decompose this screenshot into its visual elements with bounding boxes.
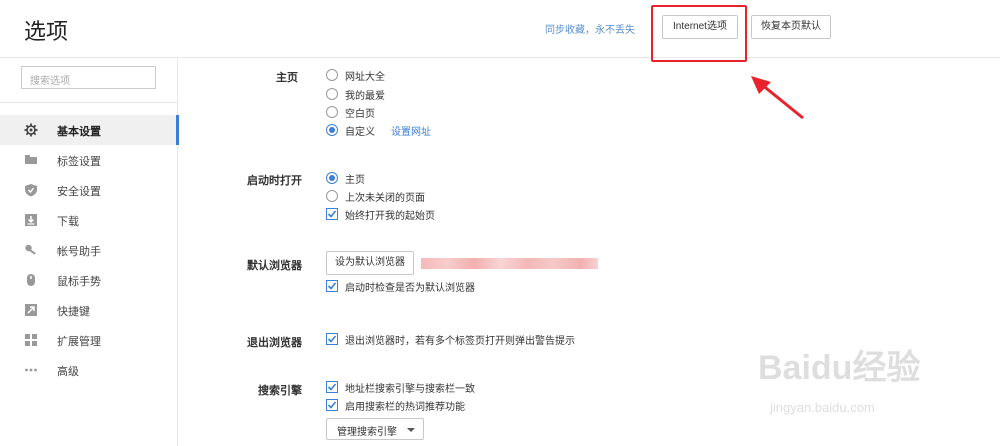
sidebar-item-label: 快捷键 (57, 306, 90, 318)
sidebar-item-advanced[interactable]: 高级 (0, 355, 178, 385)
option-label: 主页 (345, 174, 365, 186)
startup-option-homepage[interactable]: 主页 (326, 170, 365, 186)
sidebar-item-label: 帐号助手 (57, 246, 101, 258)
search-options-input[interactable]: 搜索选项 (21, 66, 156, 89)
startup-section-label: 启动时打开 (247, 175, 302, 187)
sidebar-item-extensions[interactable]: 扩展管理 (0, 325, 178, 355)
sidebar-item-label: 安全设置 (57, 186, 101, 198)
annotation-highlight-box (651, 5, 747, 62)
extensions-icon (25, 334, 37, 346)
header: 选项 同步收藏，永不丢失 Internet选项 恢复本页默认 (0, 0, 1000, 58)
shortcut-icon (25, 304, 37, 316)
more-icon (25, 368, 37, 372)
restore-defaults-button[interactable]: 恢复本页默认 (751, 15, 831, 39)
redacted-status-text (421, 258, 598, 269)
sidebar-item-label: 基本设置 (57, 126, 101, 138)
sidebar-divider (0, 102, 177, 103)
set-default-browser-button[interactable]: 设为默认浏览器 (326, 251, 414, 275)
sidebar-item-label: 鼠标手势 (57, 276, 101, 288)
checkbox-checked[interactable] (326, 381, 338, 393)
checkbox-checked[interactable] (326, 399, 338, 411)
option-label: 地址栏搜索引擎与搜索栏一致 (345, 383, 475, 395)
mouse-icon (27, 274, 35, 286)
search-engine-section-label: 搜索引擎 (258, 385, 302, 397)
dropdown-label: 管理搜索引擎 (337, 427, 397, 438)
sidebar-item-download[interactable]: 下载 (0, 205, 178, 235)
sidebar-item-tab-settings[interactable]: 标签设置 (0, 145, 178, 175)
sidebar-item-account-assistant[interactable]: 帐号助手 (0, 235, 178, 265)
radio-button[interactable] (326, 106, 338, 118)
option-label: 上次未关闭的页面 (345, 192, 425, 204)
checkbox-checked[interactable] (326, 280, 338, 292)
sidebar-item-shortcuts[interactable]: 快捷键 (0, 295, 178, 325)
sidebar-item-mouse-gestures[interactable]: 鼠标手势 (0, 265, 178, 295)
shield-icon (25, 184, 37, 197)
download-icon (25, 214, 37, 226)
default-browser-section-label: 默认浏览器 (247, 260, 302, 272)
homepage-option-blank[interactable]: 空白页 (326, 104, 375, 120)
check-default-on-start-checkbox[interactable]: 启动时检查是否为默认浏览器 (326, 278, 475, 294)
sidebar: 搜索选项 基本设置 标签设置 安全设置 下载 帐号助手 鼠标手势 快捷键 扩展管… (0, 58, 179, 446)
option-label: 自定义 (345, 126, 375, 138)
option-label: 启用搜索栏的热词推荐功能 (345, 401, 465, 413)
sidebar-item-label: 高级 (57, 366, 79, 378)
watermark-logo: Baidu经验 (758, 349, 921, 387)
homepage-option-custom[interactable]: 自定义 设置网址 (326, 122, 431, 138)
gear-icon (24, 123, 38, 137)
chevron-down-icon (407, 428, 415, 432)
option-label: 空白页 (345, 108, 375, 120)
hot-words-checkbox[interactable]: 启用搜索栏的热词推荐功能 (326, 397, 465, 413)
option-label: 我的最爱 (345, 90, 385, 102)
sync-favorites-link[interactable]: 同步收藏，永不丢失 (545, 21, 635, 36)
page-title: 选项 (24, 19, 69, 44)
sidebar-item-label: 标签设置 (57, 156, 101, 168)
radio-button-selected[interactable] (326, 124, 338, 136)
manage-search-engines-dropdown[interactable]: 管理搜索引擎 (326, 418, 424, 440)
annotation-arrow-icon (751, 76, 804, 120)
set-url-link[interactable]: 设置网址 (391, 123, 431, 138)
radio-button[interactable] (326, 88, 338, 100)
option-label: 始终打开我的起始页 (345, 210, 435, 222)
option-label: 退出浏览器时，若有多个标签页打开则弹出警告提示 (345, 335, 575, 347)
sidebar-item-security-settings[interactable]: 安全设置 (0, 175, 178, 205)
startup-always-open-start-checkbox[interactable]: 始终打开我的起始页 (326, 206, 435, 222)
exit-browser-section-label: 退出浏览器 (247, 337, 302, 349)
startup-option-last-session[interactable]: 上次未关闭的页面 (326, 188, 425, 204)
radio-button[interactable] (326, 190, 338, 202)
homepage-section-label: 主页 (276, 72, 298, 84)
sidebar-item-basic-settings[interactable]: 基本设置 (0, 115, 179, 145)
option-label: 启动时检查是否为默认浏览器 (345, 282, 475, 294)
tab-icon (25, 155, 37, 164)
radio-button[interactable] (326, 69, 338, 81)
watermark-url: jingyan.baidu.com (770, 400, 875, 415)
homepage-option-favorites[interactable]: 我的最爱 (326, 86, 385, 102)
sidebar-item-label: 下载 (57, 216, 79, 228)
option-label: 网址大全 (345, 71, 385, 83)
radio-button-selected[interactable] (326, 172, 338, 184)
warn-multiple-tabs-checkbox[interactable]: 退出浏览器时，若有多个标签页打开则弹出警告提示 (326, 331, 575, 347)
checkbox-checked[interactable] (326, 333, 338, 345)
checkbox-checked[interactable] (326, 208, 338, 220)
key-icon (25, 244, 36, 255)
homepage-option-url-directory[interactable]: 网址大全 (326, 67, 385, 83)
sync-address-bar-engine-checkbox[interactable]: 地址栏搜索引擎与搜索栏一致 (326, 379, 475, 395)
sidebar-item-label: 扩展管理 (57, 336, 101, 348)
